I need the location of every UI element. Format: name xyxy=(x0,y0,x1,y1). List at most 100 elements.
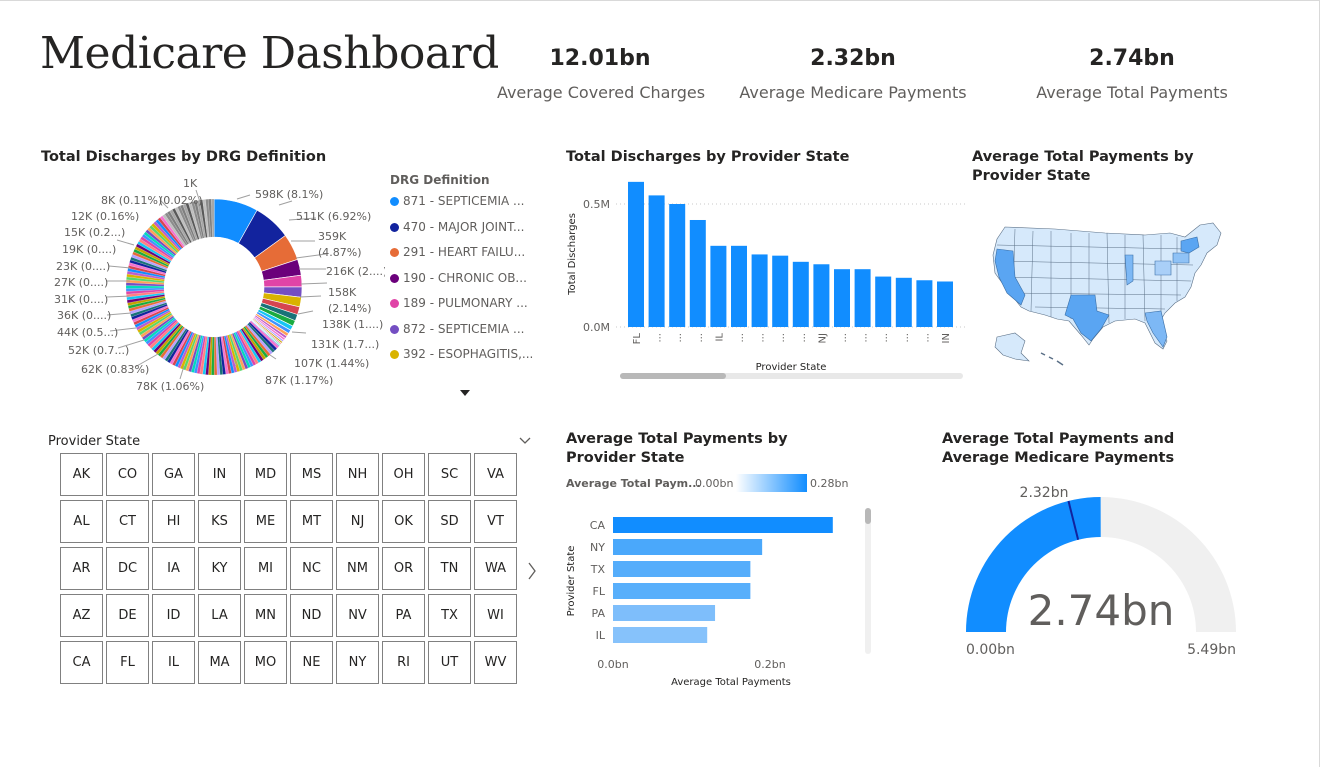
hbar[interactable] xyxy=(613,627,708,643)
bar[interactable] xyxy=(669,204,686,327)
slicer-chip-sd[interactable]: SD xyxy=(428,500,471,543)
bar[interactable] xyxy=(731,245,747,327)
slicer-chip-pa[interactable]: PA xyxy=(382,594,425,637)
slicer-chip-ks[interactable]: KS xyxy=(198,500,241,543)
bar[interactable] xyxy=(916,280,933,327)
bar[interactable] xyxy=(834,269,850,327)
slicer-chip-va[interactable]: VA xyxy=(474,453,517,496)
slicer-chip-ca[interactable]: CA xyxy=(60,641,103,684)
hbar[interactable] xyxy=(613,605,716,621)
donut-label: 1K xyxy=(183,177,198,190)
slicer-chip-tx[interactable]: TX xyxy=(428,594,471,637)
slicer-chip-hi[interactable]: HI xyxy=(152,500,195,543)
bar[interactable] xyxy=(648,195,665,327)
gauge-chart[interactable]: 2.74bn 2.32bn 0.00bn 5.49bn xyxy=(960,480,1250,660)
slicer-chip-fl[interactable]: FL xyxy=(106,641,149,684)
slicer-chip-sc[interactable]: SC xyxy=(428,453,471,496)
x-tick: ... xyxy=(838,333,849,343)
slicer-chip-nv[interactable]: NV xyxy=(336,594,379,637)
gauge-min-label: 0.00bn xyxy=(966,642,1015,658)
state-OH[interactable] xyxy=(1154,260,1172,276)
slicer-chip-il[interactable]: IL xyxy=(152,641,195,684)
slicer-dropdown-chevron-icon[interactable] xyxy=(518,436,532,446)
bar[interactable] xyxy=(895,277,912,327)
legend-item[interactable]: 872 - SEPTICEMIA ... xyxy=(390,322,525,336)
state-HI[interactable] xyxy=(1040,352,1064,366)
slicer-chip-wv[interactable]: WV xyxy=(474,641,517,684)
slicer-chip-me[interactable]: ME xyxy=(244,500,287,543)
slicer-chip-or[interactable]: OR xyxy=(382,547,425,590)
hbar[interactable] xyxy=(613,539,763,555)
bar[interactable] xyxy=(813,264,830,327)
hbar[interactable] xyxy=(613,561,751,577)
slicer-chip-co[interactable]: CO xyxy=(106,453,149,496)
slicer-chip-ia[interactable]: IA xyxy=(152,547,195,590)
bar[interactable] xyxy=(854,269,871,327)
slicer-chip-id[interactable]: ID xyxy=(152,594,195,637)
donut-label: 23K (0....) xyxy=(56,260,110,273)
scrollbar-thumb[interactable] xyxy=(620,373,726,379)
slicer-chip-al[interactable]: AL xyxy=(60,500,103,543)
slicer-chip-wa[interactable]: WA xyxy=(474,547,517,590)
slicer-chip-ne[interactable]: NE xyxy=(290,641,333,684)
vertical-scrollbar-thumb[interactable] xyxy=(865,508,871,524)
bar[interactable] xyxy=(751,254,768,327)
slicer-next-page-icon[interactable] xyxy=(526,561,538,581)
slicer-chip-nh[interactable]: NH xyxy=(336,453,379,496)
vertical-scrollbar[interactable] xyxy=(865,508,871,654)
slicer-chip-ak[interactable]: AK xyxy=(60,453,103,496)
legend-item[interactable]: 470 - MAJOR JOINT... xyxy=(390,220,524,234)
legend-scroll-down-icon[interactable] xyxy=(460,390,470,396)
slicer-chip-ky[interactable]: KY xyxy=(198,547,241,590)
bar[interactable] xyxy=(710,245,727,327)
slicer-chip-de[interactable]: DE xyxy=(106,594,149,637)
state-AK[interactable] xyxy=(994,332,1030,362)
slicer-chip-ma[interactable]: MA xyxy=(198,641,241,684)
bar[interactable] xyxy=(772,255,789,327)
x-tick: ... xyxy=(900,333,911,343)
canvas-top-border xyxy=(0,0,1320,1)
slicer-chip-tn[interactable]: TN xyxy=(428,547,471,590)
slicer-chip-nd[interactable]: ND xyxy=(290,594,333,637)
slicer-chip-oh[interactable]: OH xyxy=(382,453,425,496)
slicer-chip-mn[interactable]: MN xyxy=(244,594,287,637)
slicer-chip-nj[interactable]: NJ xyxy=(336,500,379,543)
legend-item[interactable]: 189 - PULMONARY ... xyxy=(390,296,528,310)
slicer-chip-ct[interactable]: CT xyxy=(106,500,149,543)
state-PA[interactable] xyxy=(1172,252,1190,264)
bar[interactable] xyxy=(792,261,809,327)
slicer-chip-ri[interactable]: RI xyxy=(382,641,425,684)
slicer-chip-ok[interactable]: OK xyxy=(382,500,425,543)
hbar[interactable] xyxy=(613,517,833,533)
slicer-chip-md[interactable]: MD xyxy=(244,453,287,496)
slicer-chip-dc[interactable]: DC xyxy=(106,547,149,590)
legend-item[interactable]: 871 - SEPTICEMIA ... xyxy=(390,194,525,208)
slicer-chip-nc[interactable]: NC xyxy=(290,547,333,590)
hbar[interactable] xyxy=(613,583,751,599)
slicer-chip-az[interactable]: AZ xyxy=(60,594,103,637)
slicer-chip-mi[interactable]: MI xyxy=(244,547,287,590)
slicer-chip-ms[interactable]: MS xyxy=(290,453,333,496)
slicer-chip-mo[interactable]: MO xyxy=(244,641,287,684)
state-bar-chart[interactable]: 0.5M 0.0M Total Discharges FL......... IL… xyxy=(560,168,970,383)
slicer-chip-vt[interactable]: VT xyxy=(474,500,517,543)
slicer-chip-ar[interactable]: AR xyxy=(60,547,103,590)
slicer-chip-wi[interactable]: WI xyxy=(474,594,517,637)
slicer-chip-nm[interactable]: NM xyxy=(336,547,379,590)
slicer-chip-ga[interactable]: GA xyxy=(152,453,195,496)
slicer-chip-mt[interactable]: MT xyxy=(290,500,333,543)
slicer-chip-in[interactable]: IN xyxy=(198,453,241,496)
bar[interactable] xyxy=(937,281,953,327)
donut-chart[interactable]: 598K (8.1%) 511K (6.92%) 359K (4.87%) 21… xyxy=(0,170,385,395)
bar[interactable] xyxy=(875,276,892,327)
slicer-chip-ut[interactable]: UT xyxy=(428,641,471,684)
bar[interactable] xyxy=(689,219,706,327)
bar[interactable] xyxy=(628,181,644,327)
legend-item[interactable]: 392 - ESOPHAGITIS,... xyxy=(390,347,533,361)
legend-item[interactable]: 291 - HEART FAILU... xyxy=(390,245,525,259)
slicer-chip-ny[interactable]: NY xyxy=(336,641,379,684)
slicer-chip-la[interactable]: LA xyxy=(198,594,241,637)
us-map[interactable] xyxy=(985,215,1235,370)
hbar-chart[interactable]: CANYTXFLPAIL Provider State 0.0bn 0.2bn … xyxy=(560,500,880,692)
legend-item[interactable]: 190 - CHRONIC OB... xyxy=(390,271,527,285)
